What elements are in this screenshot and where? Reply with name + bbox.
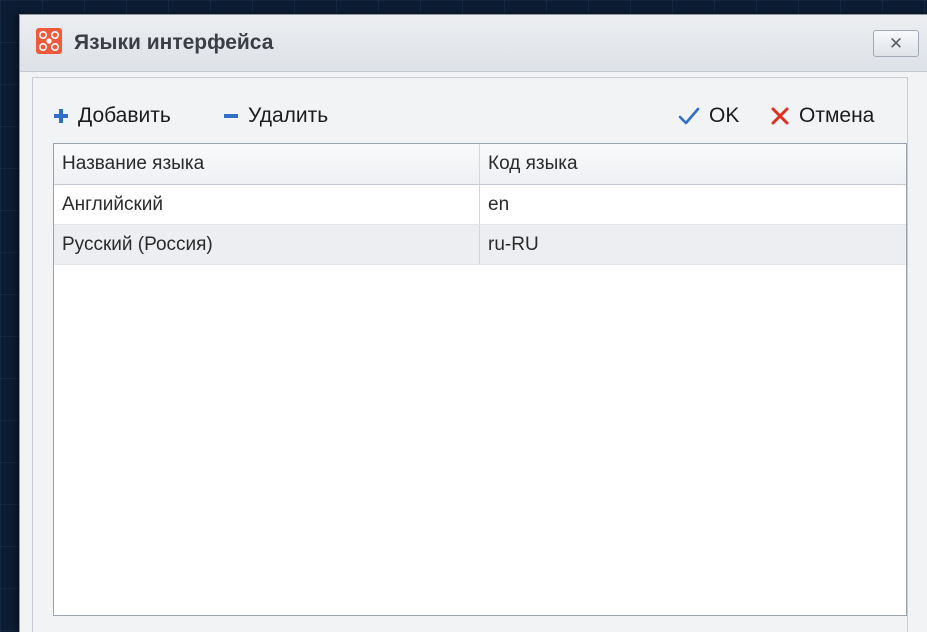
table-row[interactable]: Английский en [54, 185, 906, 225]
minus-icon [223, 108, 239, 124]
grid-header: Название языка Код языка [54, 144, 906, 185]
add-button[interactable]: Добавить [53, 90, 171, 142]
column-header-language-code[interactable]: Код языка [480, 144, 906, 184]
delete-button-label: Удалить [248, 104, 329, 127]
table-row[interactable]: Русский (Россия) ru-RU [54, 225, 906, 265]
plus-icon [53, 108, 69, 124]
language-name-cell: Русский (Россия) [54, 225, 480, 264]
cancel-button[interactable]: Отмена [770, 90, 874, 142]
language-code-cell: ru-RU [488, 233, 539, 255]
dialog-title: Языки интерфейса [74, 31, 274, 54]
delete-button[interactable]: Удалить [223, 90, 328, 142]
language-code-cell: en [488, 193, 510, 215]
languages-grid[interactable]: Название языка Код языка Английский en Р… [53, 143, 907, 616]
ok-button[interactable]: OK [678, 90, 739, 142]
language-dialog: Языки интерфейса ✕ Добавить Удалить OK О… [19, 14, 927, 632]
column-header-language-name[interactable]: Название языка [54, 144, 480, 184]
ok-button-label: OK [709, 104, 740, 127]
dialog-titlebar[interactable]: Языки интерфейса ✕ [20, 15, 927, 72]
close-button[interactable]: ✕ [873, 30, 919, 57]
checkmark-icon [678, 106, 700, 126]
cross-icon [770, 106, 790, 126]
cancel-button-label: Отмена [799, 104, 875, 127]
language-name-cell: Английский [54, 185, 480, 224]
app-logo-icon [36, 28, 62, 54]
dialog-content: Добавить Удалить OK Отмена Название язык… [32, 77, 908, 632]
toolbar: Добавить Удалить OK Отмена [53, 90, 907, 142]
add-button-label: Добавить [78, 104, 171, 127]
